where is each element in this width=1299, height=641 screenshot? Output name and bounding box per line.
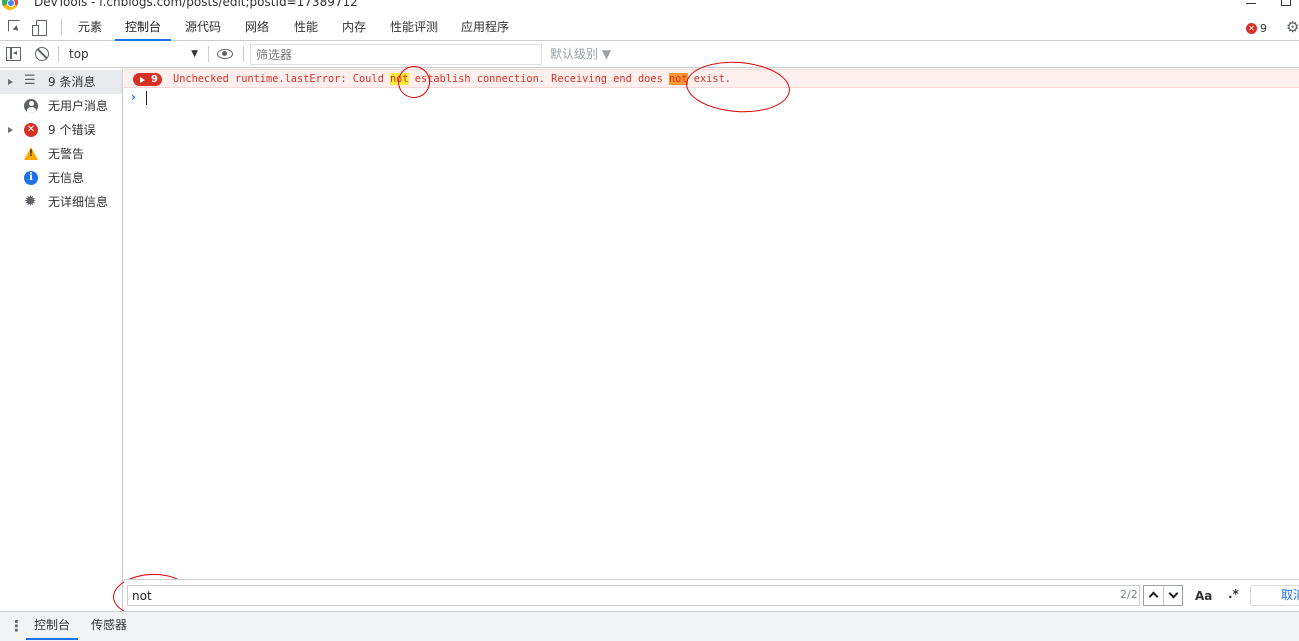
live-expression-eye-icon[interactable] [217, 49, 233, 59]
window-titlebar: DevTools - i.cnblogs.com/posts/edit;post… [0, 0, 1299, 14]
drawer-tab-sensors[interactable]: 传感器 [91, 612, 127, 640]
tab-console[interactable]: 控制台 [114, 14, 172, 41]
sidebar-toggle-icon[interactable] [6, 47, 21, 61]
drawer-tab-console[interactable]: 控制台 [25, 612, 79, 640]
console-error-message[interactable]: 9 Unchecked runtime.lastError: Could not… [124, 69, 1299, 88]
list-icon [24, 73, 38, 89]
error-count: 9 [1260, 21, 1267, 35]
expand-arrow-icon[interactable] [8, 127, 13, 133]
context-select[interactable]: top ▼ [64, 45, 204, 64]
sidebar-item-info[interactable]: i 无信息 [0, 166, 122, 190]
filter-input[interactable] [250, 44, 542, 65]
match-case-button[interactable]: Aa [1195, 589, 1212, 603]
tab-elements[interactable]: 元素 [78, 14, 102, 41]
search-navigation [1143, 585, 1183, 606]
sidebar-item-messages[interactable]: 9 条消息 [0, 70, 122, 94]
chevron-up-icon[interactable] [1144, 586, 1163, 605]
sidebar-item-errors[interactable]: ✕ 9 个错误 [0, 118, 122, 142]
error-icon: ✕ [1246, 22, 1257, 34]
expand-arrow-icon [140, 76, 145, 83]
divider [58, 46, 59, 62]
window-title: DevTools - i.cnblogs.com/posts/edit;post… [34, 0, 358, 9]
chrome-logo-icon [2, 0, 18, 10]
text-caret[interactable] [146, 91, 147, 105]
repeat-count: 9 [151, 74, 158, 85]
message-text: exist. [687, 73, 731, 85]
error-icon: ✕ [24, 123, 38, 137]
maximize-icon[interactable] [1281, 0, 1291, 6]
user-icon [24, 99, 38, 113]
drawer-tabbar: 控制台 传感器 [0, 611, 1299, 641]
console-sidebar: 9 条消息 无用户消息 ✕ 9 个错误 无警告 i 无信息 无详细信息 [0, 69, 123, 609]
panel-tabbar: 元素 控制台 源代码 网络 性能 内存 性能评测 应用程序 ✕ 9 ⚙ [0, 14, 1299, 41]
tab-lighthouse[interactable]: 性能评测 [390, 14, 438, 41]
cancel-search-button[interactable]: 取消 [1250, 585, 1299, 606]
tab-memory[interactable]: 内存 [342, 14, 366, 41]
console-prompt-icon: › [131, 90, 136, 104]
console-output[interactable]: 9 Unchecked runtime.lastError: Could not… [124, 69, 1299, 579]
sidebar-item-verbose[interactable]: 无详细信息 [0, 190, 122, 214]
minimize-icon[interactable] [1246, 3, 1256, 4]
console-toolbar: top ▼ 默认级别 ▼ [0, 41, 1299, 68]
more-tools-kebab-icon[interactable] [9, 617, 24, 635]
dropdown-arrow-icon: ▼ [191, 49, 198, 59]
repeat-count-badge[interactable]: 9 [133, 73, 162, 86]
tab-performance[interactable]: 性能 [294, 14, 318, 41]
gear-icon[interactable]: ⚙ [1286, 20, 1299, 35]
divider [243, 46, 244, 62]
warning-icon [24, 147, 38, 160]
divider [61, 19, 62, 35]
sidebar-item-warnings[interactable]: 无警告 [0, 142, 122, 166]
info-icon: i [24, 171, 38, 185]
error-message-text: Unchecked runtime.lastError: Could not e… [173, 72, 731, 87]
message-text: establish connection. Receiving end does [408, 73, 669, 85]
regex-button[interactable]: .* [1228, 587, 1239, 601]
message-text: Unchecked runtime.lastError: Could [173, 73, 390, 85]
sidebar-item-label: 9 条消息 [48, 75, 96, 89]
current-search-highlight: not [668, 73, 688, 85]
sidebar-item-user-messages[interactable]: 无用户消息 [0, 94, 122, 118]
tab-network[interactable]: 网络 [245, 14, 269, 41]
inspect-element-icon[interactable] [7, 19, 23, 35]
tab-application[interactable]: 应用程序 [461, 14, 509, 41]
bug-icon [24, 192, 38, 210]
sidebar-item-label: 无信息 [48, 171, 85, 185]
search-match-count: 2/2 [1120, 588, 1138, 601]
search-bar: 2/2 Aa .* 取消 [124, 579, 1299, 611]
sidebar-item-label: 无用户消息 [48, 99, 109, 113]
sidebar-item-label: 无警告 [48, 147, 85, 161]
chevron-down-icon[interactable] [1163, 586, 1182, 605]
tab-sources[interactable]: 源代码 [185, 14, 221, 41]
context-value: top [69, 47, 89, 61]
expand-arrow-icon[interactable] [8, 79, 13, 85]
sidebar-item-label: 9 个错误 [48, 123, 96, 137]
clear-console-icon[interactable] [35, 47, 49, 61]
sidebar-item-label: 无详细信息 [48, 195, 109, 209]
search-highlight: not [389, 73, 409, 85]
error-count-badge[interactable]: ✕ 9 [1246, 21, 1267, 35]
search-input[interactable] [127, 585, 1140, 606]
log-level-select[interactable]: 默认级别 ▼ [550, 45, 611, 64]
divider [208, 46, 209, 62]
device-toolbar-icon[interactable] [32, 19, 48, 36]
